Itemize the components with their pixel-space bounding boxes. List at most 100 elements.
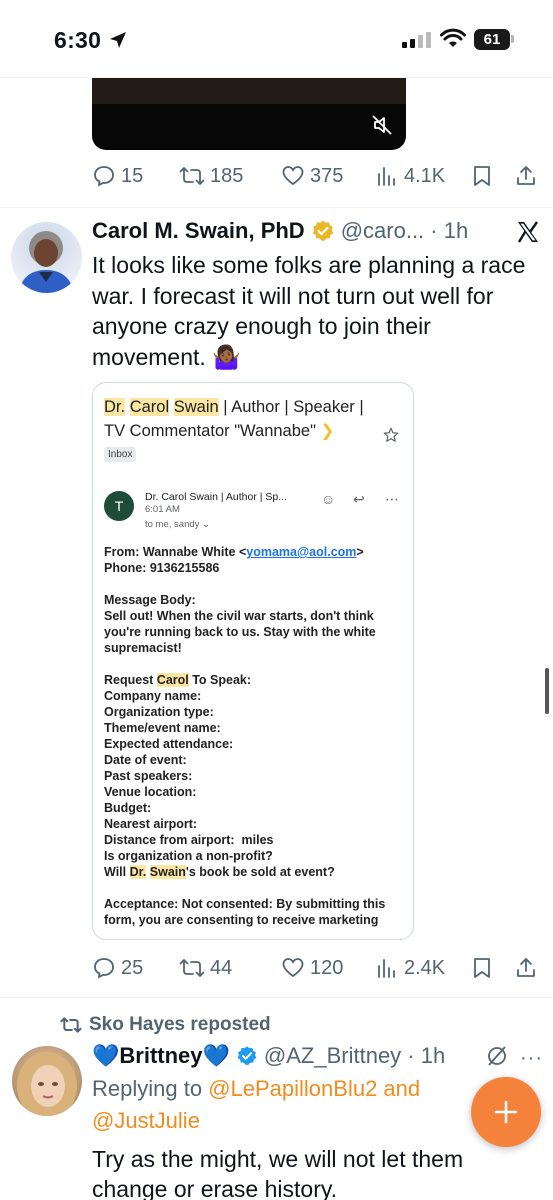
- form-field: Past speakers:: [104, 769, 193, 783]
- wifi-icon: [440, 28, 466, 47]
- mention-link[interactable]: @JustJulie: [92, 1108, 200, 1133]
- divider: [0, 207, 553, 208]
- verified-blue-icon: [237, 1046, 257, 1065]
- avatar[interactable]: [11, 222, 82, 293]
- repost-button[interactable]: 44: [179, 956, 281, 980]
- request-text: To Speak:: [188, 673, 252, 687]
- form-field: Venue location:: [104, 785, 197, 799]
- views-button[interactable]: 4.1K: [375, 164, 468, 188]
- sender-recipients: to me, sandy ⌄: [145, 519, 210, 530]
- form-field: Nearest airport:: [104, 817, 198, 831]
- repost-icon: [179, 959, 205, 977]
- book-line: Will Dr. Swain's book be sold at event?: [104, 864, 404, 880]
- share-icon[interactable]: [514, 956, 538, 980]
- divider: [0, 997, 553, 998]
- and-label: and: [377, 1076, 421, 1101]
- author-name[interactable]: Carol M. Swain, PhD: [92, 218, 305, 244]
- book-text: 's book be sold at event?: [185, 865, 335, 879]
- battery-cap: [511, 35, 514, 43]
- message-text: Sell out! When the civil war starts, don…: [104, 609, 380, 655]
- email-body: From: Wannabe White <yomama@aol.com> Phon…: [104, 544, 404, 928]
- repost-icon: [60, 1017, 82, 1033]
- like-button[interactable]: 375: [281, 164, 375, 188]
- repost-button[interactable]: 185: [179, 164, 281, 188]
- form-field: Expected attendance:: [104, 737, 234, 751]
- emoji-reaction-icon: ☺: [321, 491, 336, 507]
- author-handle[interactable]: @AZ_Brittney · 1h: [264, 1043, 445, 1069]
- tweet2-actions: 25 44 120 2.4K: [92, 953, 544, 983]
- bookmark-icon[interactable]: [470, 164, 494, 188]
- reply-icon: [94, 958, 114, 979]
- highlight: Dr.: [129, 865, 147, 879]
- tweet-text: Try as the might, we will not let them c…: [92, 1146, 464, 1200]
- share-icon[interactable]: [514, 164, 538, 188]
- scrollbar[interactable]: [545, 668, 549, 714]
- profile-photo: [17, 1052, 77, 1116]
- request-line: Request Carol To Speak:: [104, 672, 404, 688]
- message-label: Message Body:: [104, 593, 196, 607]
- avatar[interactable]: [12, 1046, 82, 1116]
- heart-icon: [282, 166, 304, 186]
- more-options-icon: ⋯: [385, 491, 399, 507]
- mute-icon[interactable]: [371, 114, 393, 136]
- battery-icon: 61: [474, 29, 510, 50]
- profile-photo: [19, 231, 74, 293]
- location-arrow-icon: [110, 32, 126, 48]
- repost-count: 185: [210, 164, 244, 187]
- highlight: Swain: [149, 865, 186, 879]
- star-icon: [383, 427, 399, 442]
- sender-name: Dr. Carol Swain | Author | Sp...: [145, 491, 288, 503]
- highlight: Dr.: [104, 398, 126, 416]
- cellular-signal-icon: [402, 32, 431, 48]
- tweet1-actions: 15 185 375 4.1K: [92, 161, 544, 191]
- sender-time: 6:01 AM: [145, 504, 180, 515]
- repost-context[interactable]: Sko Hayes reposted: [60, 1014, 271, 1036]
- x-logo-icon[interactable]: [517, 221, 539, 243]
- request-text: Request: [104, 673, 157, 687]
- tweet3-header: 💙Brittney💙 @AZ_Brittney · 1h: [92, 1041, 445, 1071]
- clock: 6:30: [54, 27, 102, 53]
- form-field: Budget:: [104, 801, 152, 815]
- from-label: From: Wannabe White <: [104, 545, 247, 559]
- plus-icon: [494, 1100, 518, 1124]
- like-button[interactable]: 120: [281, 956, 375, 980]
- important-marker-icon: ❯: [320, 422, 335, 440]
- form-field: Theme/event name:: [104, 721, 221, 735]
- email-subject: Dr. Carol Swain | Author | Speaker | TV …: [104, 395, 364, 443]
- views-icon: [378, 167, 395, 186]
- author-name[interactable]: 💙Brittney💙: [92, 1043, 230, 1069]
- from-line: From: Wannabe White <yomama@aol.com>: [104, 544, 404, 560]
- book-text: Will: [104, 865, 130, 879]
- form-field: Organization type:: [104, 705, 214, 719]
- views-button[interactable]: 2.4K: [375, 956, 468, 980]
- video-player[interactable]: [92, 78, 406, 150]
- battery-level: 61: [483, 31, 501, 48]
- reply-icon: [94, 166, 114, 187]
- replying-to: Replying to @LePapillonBlu2 and @JustJuli…: [92, 1073, 482, 1137]
- form-field: Date of event:: [104, 753, 187, 767]
- views-icon: [378, 959, 395, 978]
- reply-count: 25: [121, 956, 144, 979]
- compose-button[interactable]: [471, 1077, 541, 1147]
- form-field: Is organization a non-profit?: [104, 849, 273, 863]
- highlight: Carol: [156, 673, 189, 687]
- form-field: Distance from airport: miles: [104, 833, 274, 847]
- attached-image[interactable]: Dr. Carol Swain | Author | Speaker | TV …: [92, 382, 414, 940]
- views-count: 2.4K: [404, 956, 446, 979]
- reply-arrow-icon: ↩: [353, 491, 365, 507]
- reply-count: 15: [121, 164, 144, 187]
- reply-button[interactable]: 25: [92, 956, 179, 980]
- more-icon[interactable]: ···: [520, 1047, 543, 1070]
- reply-button[interactable]: 15: [92, 164, 179, 188]
- bookmark-icon[interactable]: [470, 956, 494, 980]
- highlight: Carol: [129, 398, 170, 416]
- author-handle[interactable]: @caro... · 1h: [341, 218, 469, 244]
- mention-link[interactable]: @LePapillonBlu2: [208, 1076, 377, 1101]
- verified-gold-icon: [312, 220, 333, 241]
- tweet-text: It looks like some folks are planning a …: [92, 252, 526, 370]
- grok-icon[interactable]: [485, 1044, 509, 1068]
- inbox-label: Inbox: [104, 447, 137, 462]
- like-count: 375: [310, 164, 344, 187]
